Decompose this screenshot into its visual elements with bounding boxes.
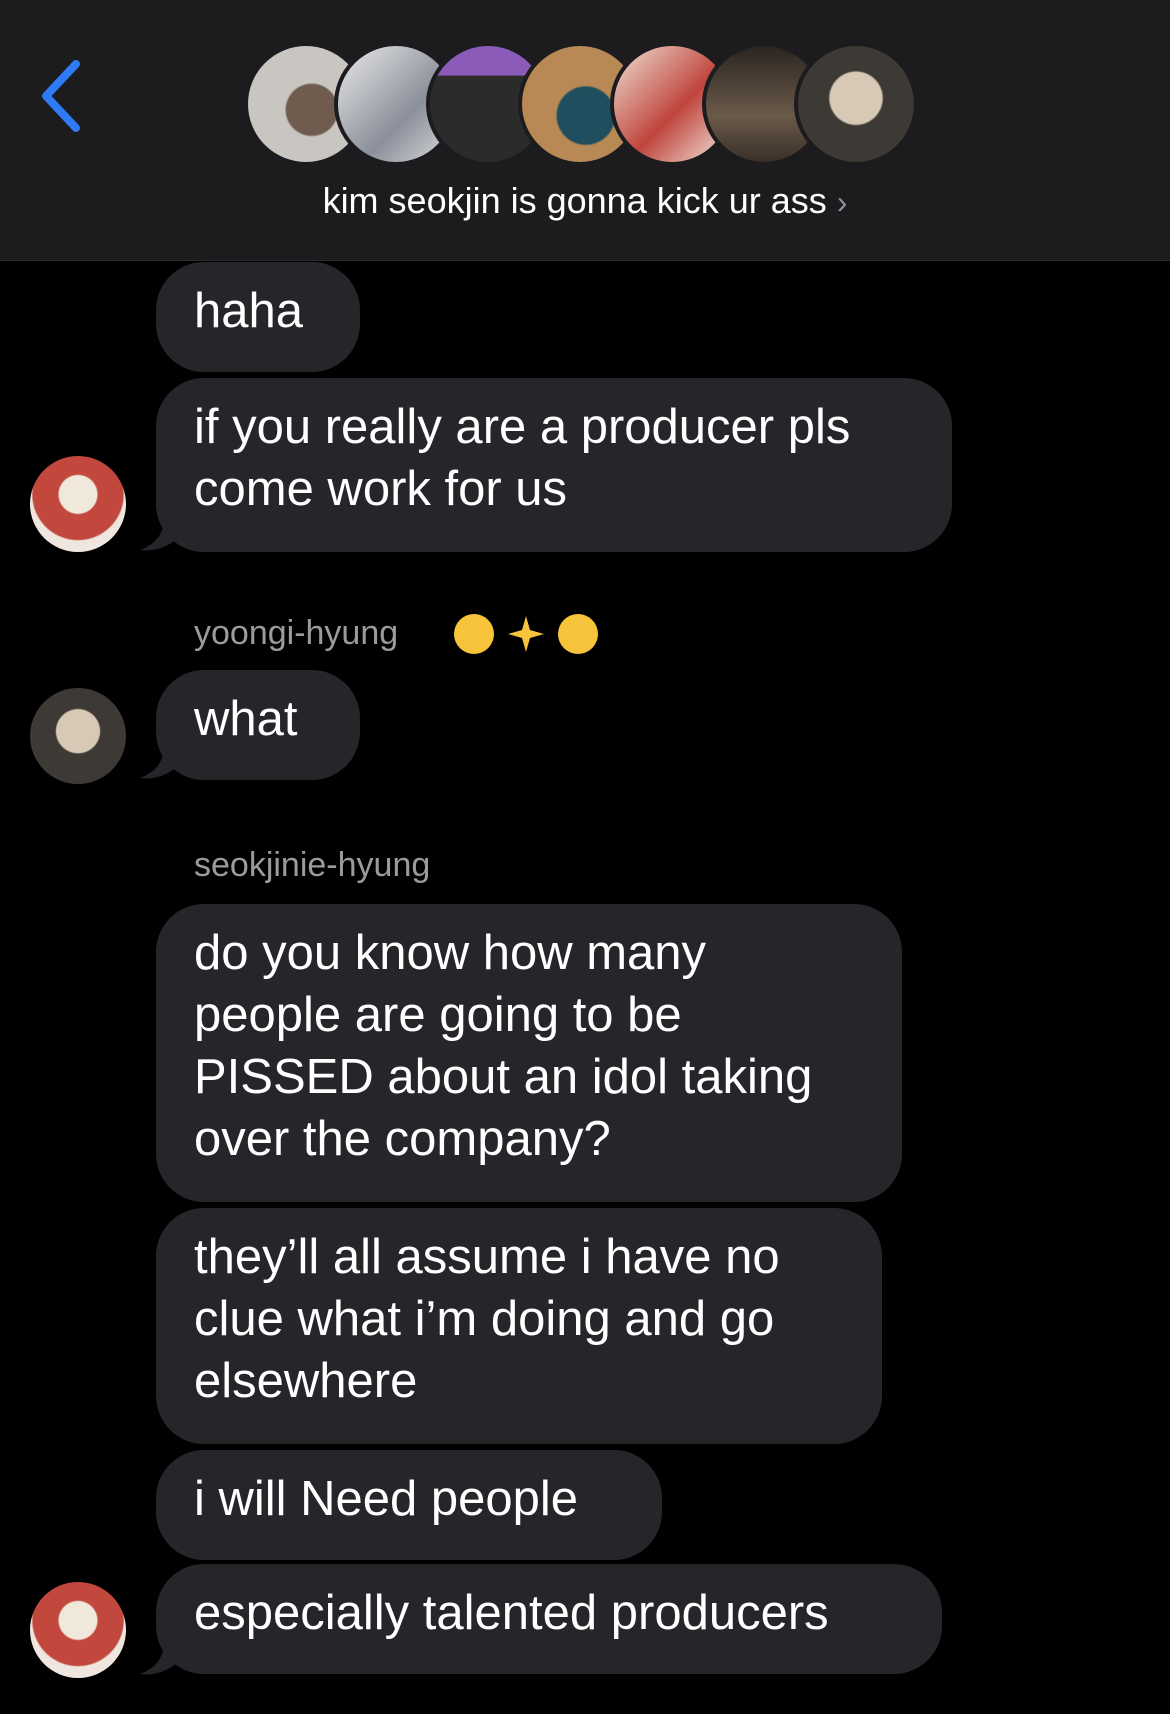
sender-name: yoongi-hyung: [194, 614, 399, 652]
sparkles-icon: [508, 616, 544, 652]
group-avatars[interactable]: [244, 42, 924, 168]
sender-avatar[interactable]: [30, 456, 126, 552]
sender-name: seokjinie-hyung: [194, 846, 431, 884]
bubble-tail: [140, 1640, 180, 1675]
pleading-face-emoji-icon: [454, 614, 494, 654]
message-bubble[interactable]: what: [156, 670, 360, 780]
message-bubble[interactable]: if you really are a producer pls come wo…: [156, 378, 952, 552]
group-title[interactable]: kim seokjin is gonna kick ur ass ›: [0, 180, 1170, 222]
chevron-right-icon: ›: [836, 184, 848, 220]
group-name: kim seokjin is gonna kick ur ass: [322, 180, 827, 221]
sender-avatar[interactable]: [30, 688, 126, 784]
bubble-tail: [140, 744, 180, 779]
message-bubble[interactable]: especially talented producers: [156, 1564, 942, 1674]
message-bubble[interactable]: haha: [156, 262, 360, 372]
chat-header: kim seokjin is gonna kick ur ass ›: [0, 0, 1170, 261]
message-bubble[interactable]: i will Need people: [156, 1450, 662, 1560]
participant-avatar: [794, 42, 918, 166]
pleading-face-emoji-icon: [558, 614, 598, 654]
back-chevron-icon[interactable]: [36, 56, 88, 136]
bubble-tail: [140, 516, 180, 551]
sender-avatar[interactable]: [30, 1582, 126, 1678]
message-bubble[interactable]: they’ll all assume i have no clue what i…: [156, 1208, 882, 1444]
message-bubble[interactable]: do you know how many people are going to…: [156, 904, 902, 1202]
